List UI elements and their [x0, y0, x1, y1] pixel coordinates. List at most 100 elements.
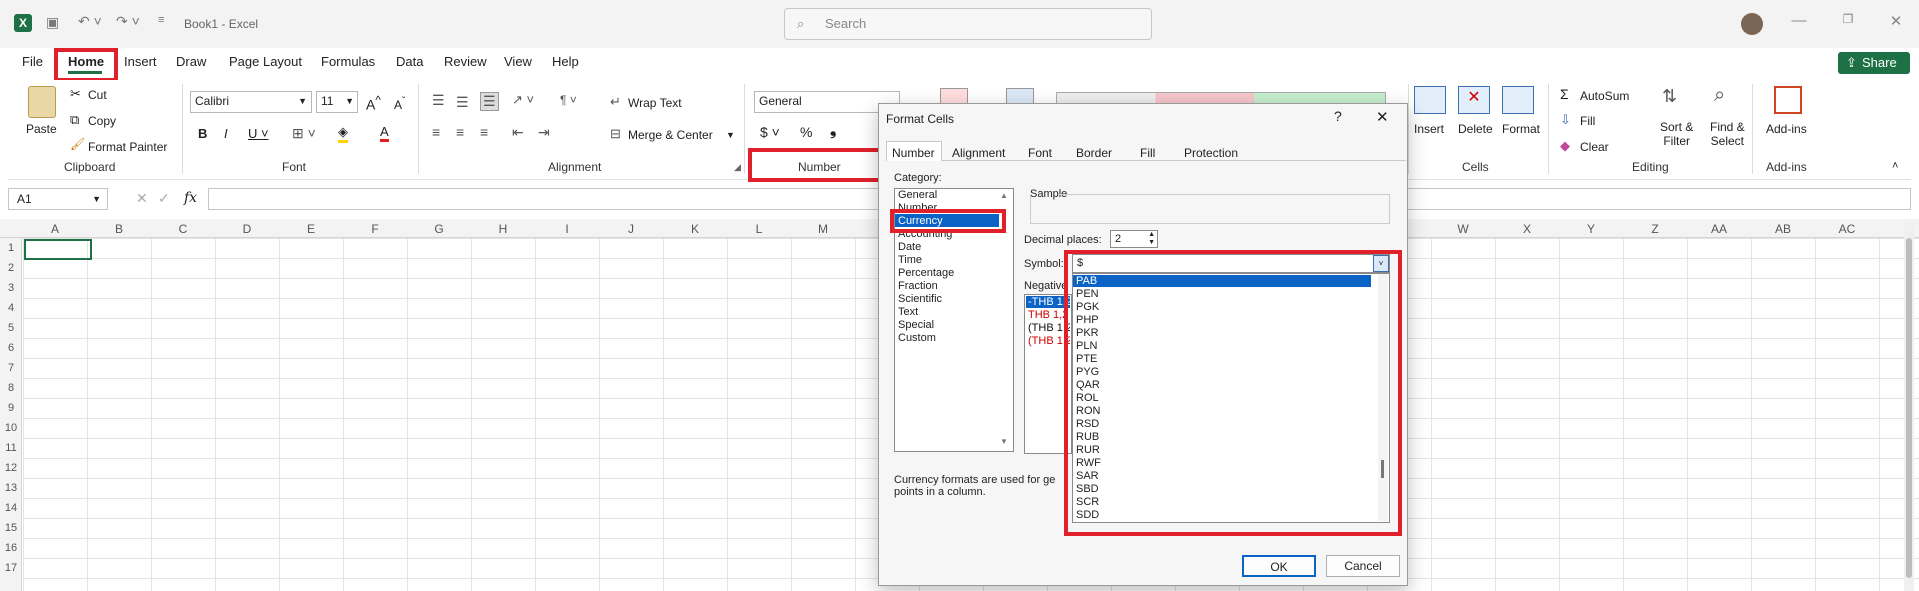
align-center-icon[interactable]: ≡: [456, 124, 464, 140]
sort-filter-icon[interactable]: ⇅: [1662, 86, 1677, 107]
column-header[interactable]: G: [407, 222, 471, 236]
column-header[interactable]: K: [663, 222, 727, 236]
row-header[interactable]: 13: [0, 482, 22, 494]
fill-button[interactable]: Fill: [1580, 114, 1595, 128]
underline-icon[interactable]: U ˅: [248, 126, 269, 141]
column-header[interactable]: M: [791, 222, 855, 236]
menu-page-layout[interactable]: Page Layout: [229, 54, 302, 69]
autosum-icon[interactable]: Σ: [1560, 86, 1569, 102]
category-item[interactable]: Percentage: [898, 267, 954, 279]
copy-button[interactable]: Copy: [88, 114, 116, 128]
spin-down-icon[interactable]: ▼: [1148, 239, 1155, 246]
menu-review[interactable]: Review: [444, 54, 487, 69]
row-header[interactable]: 10: [0, 422, 22, 434]
percent-icon[interactable]: %: [800, 124, 812, 140]
cancel-button[interactable]: Cancel: [1326, 555, 1400, 577]
column-header[interactable]: AC: [1815, 222, 1879, 236]
cut-icon[interactable]: ✂: [70, 86, 81, 102]
insert-function-icon[interactable]: fx: [184, 190, 197, 206]
align-left-icon[interactable]: ≡: [432, 124, 440, 140]
borders-icon[interactable]: ⊞ ˅: [292, 125, 316, 142]
column-header[interactable]: A: [23, 222, 87, 236]
paste-icon[interactable]: [28, 86, 56, 118]
category-item[interactable]: Scientific: [898, 293, 942, 305]
column-header[interactable]: X: [1495, 222, 1559, 236]
format-cells-icon[interactable]: [1502, 86, 1534, 114]
tab-alignment[interactable]: Alignment: [946, 146, 1011, 160]
tab-number[interactable]: Number: [886, 146, 941, 160]
orientation-icon[interactable]: ↗ ˅: [512, 92, 534, 108]
cut-button[interactable]: Cut: [88, 88, 107, 102]
bold-icon[interactable]: B: [198, 126, 207, 141]
clear-icon[interactable]: ◆: [1560, 138, 1570, 154]
category-scroll-up-icon[interactable]: ▲: [1000, 191, 1008, 200]
currency-icon[interactable]: $ ˅: [760, 124, 780, 140]
column-header[interactable]: B: [87, 222, 151, 236]
share-button[interactable]: ⇪ Share: [1838, 52, 1910, 74]
redo-icon[interactable]: ↷ ˅: [116, 13, 140, 30]
column-header[interactable]: W: [1431, 222, 1495, 236]
column-header[interactable]: I: [535, 222, 599, 236]
increase-font-icon[interactable]: A^: [366, 94, 381, 113]
chevron-down-icon[interactable]: ▼: [726, 130, 735, 140]
paste-button[interactable]: Paste: [26, 122, 57, 136]
row-header[interactable]: 2: [0, 262, 22, 274]
addins-icon[interactable]: [1774, 86, 1802, 114]
cancel-entry-icon[interactable]: ✕: [136, 190, 148, 207]
ok-button[interactable]: OK: [1242, 555, 1316, 577]
align-right-icon[interactable]: ≡: [480, 124, 488, 140]
column-header[interactable]: C: [151, 222, 215, 236]
decrease-font-icon[interactable]: Aˇ: [394, 96, 405, 112]
autosum-button[interactable]: AutoSum: [1580, 89, 1629, 103]
row-header[interactable]: 14: [0, 502, 22, 514]
spin-up-icon[interactable]: ▲: [1148, 231, 1155, 238]
minimize-icon[interactable]: —: [1787, 12, 1811, 29]
italic-icon[interactable]: I: [224, 126, 228, 141]
column-header[interactable]: H: [471, 222, 535, 236]
tab-protection[interactable]: Protection: [1178, 146, 1244, 160]
menu-data[interactable]: Data: [396, 54, 423, 69]
align-middle-icon[interactable]: ☰: [456, 94, 469, 111]
column-header[interactable]: D: [215, 222, 279, 236]
font-color-icon[interactable]: A: [380, 124, 389, 142]
tab-font[interactable]: Font: [1022, 146, 1058, 160]
row-header[interactable]: 17: [0, 562, 22, 574]
column-header[interactable]: E: [279, 222, 343, 236]
font-size-select[interactable]: 11 ▼: [316, 91, 358, 113]
comma-icon[interactable]: ❟: [830, 122, 836, 140]
avatar[interactable]: [1741, 13, 1763, 35]
column-header[interactable]: AA: [1687, 222, 1751, 236]
merge-center-button[interactable]: Merge & Center: [628, 128, 713, 142]
row-header[interactable]: 1: [0, 242, 22, 254]
wrap-text-icon[interactable]: ↵: [610, 94, 621, 110]
align-top-icon[interactable]: ☰: [432, 92, 445, 109]
decrease-indent-icon[interactable]: ⇤: [512, 124, 524, 141]
fill-icon[interactable]: ⇩: [1560, 112, 1571, 128]
menu-insert[interactable]: Insert: [124, 54, 157, 69]
alignment-launcher-icon[interactable]: ◢: [734, 162, 741, 173]
vertical-scrollbar[interactable]: [1904, 222, 1914, 591]
customize-toolbar-icon[interactable]: ≡: [158, 14, 164, 26]
sort-filter-button[interactable]: Sort & Filter: [1660, 120, 1693, 148]
selected-cell-a1[interactable]: [24, 239, 92, 260]
row-header[interactable]: 4: [0, 302, 22, 314]
row-header[interactable]: 8: [0, 382, 22, 394]
category-item[interactable]: General: [898, 189, 937, 201]
format-painter-button[interactable]: Format Painter: [88, 140, 167, 154]
merge-center-icon[interactable]: ⊟: [610, 126, 621, 142]
dialog-help-button[interactable]: ?: [1334, 108, 1342, 124]
column-header[interactable]: Y: [1559, 222, 1623, 236]
row-header[interactable]: 11: [0, 442, 22, 454]
row-header[interactable]: 12: [0, 462, 22, 474]
category-item[interactable]: Custom: [898, 332, 936, 344]
find-select-icon[interactable]: ⌕: [1714, 84, 1725, 107]
row-header[interactable]: 15: [0, 522, 22, 534]
category-item[interactable]: Date: [898, 241, 921, 253]
undo-icon[interactable]: ↶ ˅: [78, 13, 102, 30]
column-header[interactable]: F: [343, 222, 407, 236]
column-header[interactable]: AB: [1751, 222, 1815, 236]
confirm-entry-icon[interactable]: ✓: [158, 190, 170, 207]
find-select-button[interactable]: Find & Select: [1710, 120, 1745, 148]
delete-cells-icon[interactable]: ✕: [1458, 86, 1490, 114]
menu-draw[interactable]: Draw: [176, 54, 206, 69]
